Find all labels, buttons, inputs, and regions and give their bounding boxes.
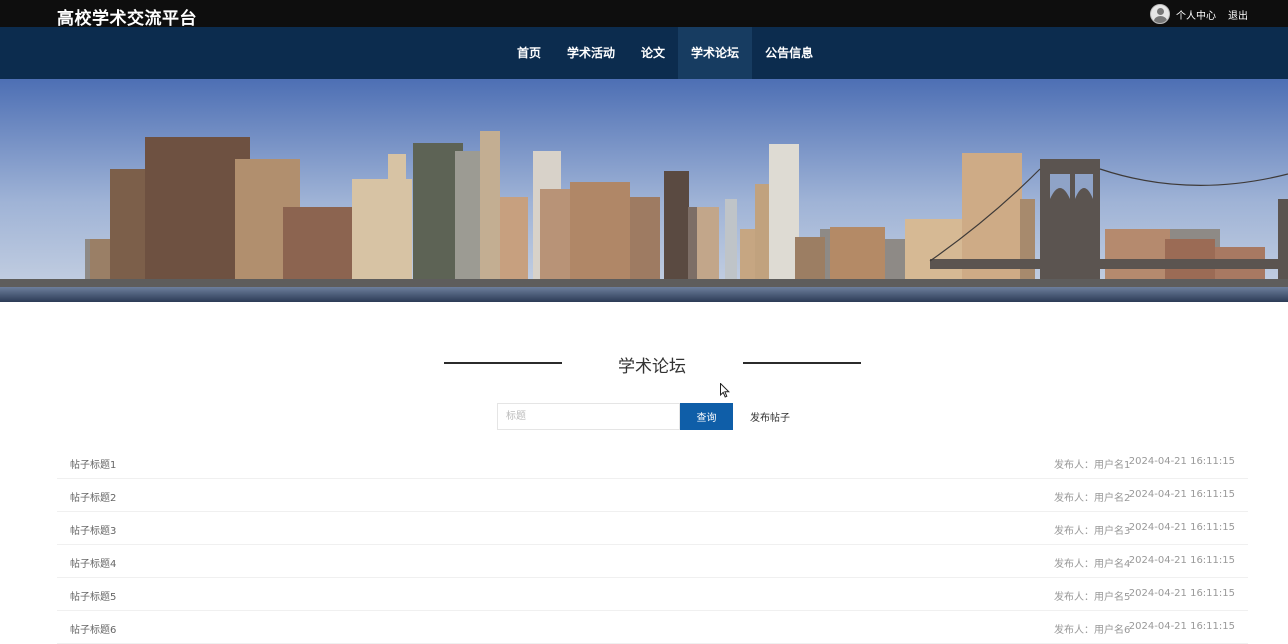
section-header: 学术论坛	[0, 350, 1288, 377]
list-item[interactable]: 帖子标题6 发布人：用户名6 2024-04-21 16:11:15	[57, 611, 1248, 644]
post-title[interactable]: 帖子标题5	[70, 588, 116, 603]
search-row: 查询 发布帖子	[497, 403, 790, 430]
list-item[interactable]: 帖子标题5 发布人：用户名5 2024-04-21 16:11:15	[57, 578, 1248, 611]
post-date: 2024-04-21 16:11:15	[1128, 489, 1235, 500]
title-divider-right	[743, 362, 861, 364]
post-author: 发布人：用户名3	[1054, 526, 1131, 537]
post-date: 2024-04-21 16:11:15	[1128, 621, 1235, 632]
post-title[interactable]: 帖子标题4	[70, 555, 116, 570]
post-date: 2024-04-21 16:11:15	[1128, 456, 1235, 467]
post-date: 2024-04-21 16:11:15	[1128, 522, 1235, 533]
post-title[interactable]: 帖子标题6	[70, 621, 116, 636]
nav-item-home[interactable]: 首页	[504, 27, 554, 79]
nav-item-papers[interactable]: 论文	[628, 27, 678, 79]
top-bar: 高校学术交流平台 个人中心 退出	[0, 0, 1288, 29]
site-title: 高校学术交流平台	[57, 9, 197, 29]
post-author: 发布人：用户名6	[1054, 625, 1131, 636]
post-date: 2024-04-21 16:11:15	[1128, 588, 1235, 599]
avatar[interactable]	[1150, 4, 1170, 24]
list-item[interactable]: 帖子标题4 发布人：用户名4 2024-04-21 16:11:15	[57, 545, 1248, 578]
post-title[interactable]: 帖子标题2	[70, 489, 116, 504]
nav-list: 首页 学术活动 论文 学术论坛 公告信息	[504, 27, 826, 79]
mouse-pointer-icon	[720, 382, 731, 402]
title-search-input[interactable]	[497, 403, 680, 430]
nav-item-forum[interactable]: 学术论坛	[678, 27, 753, 79]
main-nav: 首页 学术活动 论文 学术论坛 公告信息	[0, 27, 1288, 79]
section-title: 学术论坛	[618, 357, 686, 377]
user-center-link[interactable]: 个人中心	[1176, 7, 1216, 22]
list-item[interactable]: 帖子标题1 发布人：用户名1 2024-04-21 16:11:15	[57, 446, 1248, 479]
nav-item-activities[interactable]: 学术活动	[554, 27, 628, 79]
post-author: 发布人：用户名5	[1054, 592, 1131, 603]
post-title[interactable]: 帖子标题1	[70, 456, 116, 471]
query-button[interactable]: 查询	[680, 403, 733, 430]
logout-link[interactable]: 退出	[1228, 7, 1248, 22]
post-author: 发布人：用户名4	[1054, 559, 1131, 570]
list-item[interactable]: 帖子标题2 发布人：用户名2 2024-04-21 16:11:15	[57, 479, 1248, 512]
post-date: 2024-04-21 16:11:15	[1128, 555, 1235, 566]
post-author: 发布人：用户名2	[1054, 493, 1131, 504]
user-area: 个人中心 退出	[1150, 4, 1248, 24]
post-list: 帖子标题1 发布人：用户名1 2024-04-21 16:11:15 帖子标题2…	[57, 446, 1248, 644]
publish-post-link[interactable]: 发布帖子	[750, 409, 790, 424]
post-title[interactable]: 帖子标题3	[70, 522, 116, 537]
banner-image	[0, 79, 1288, 302]
list-item[interactable]: 帖子标题3 发布人：用户名3 2024-04-21 16:11:15	[57, 512, 1248, 545]
post-author: 发布人：用户名1	[1054, 460, 1131, 471]
nav-item-notices[interactable]: 公告信息	[752, 27, 826, 79]
